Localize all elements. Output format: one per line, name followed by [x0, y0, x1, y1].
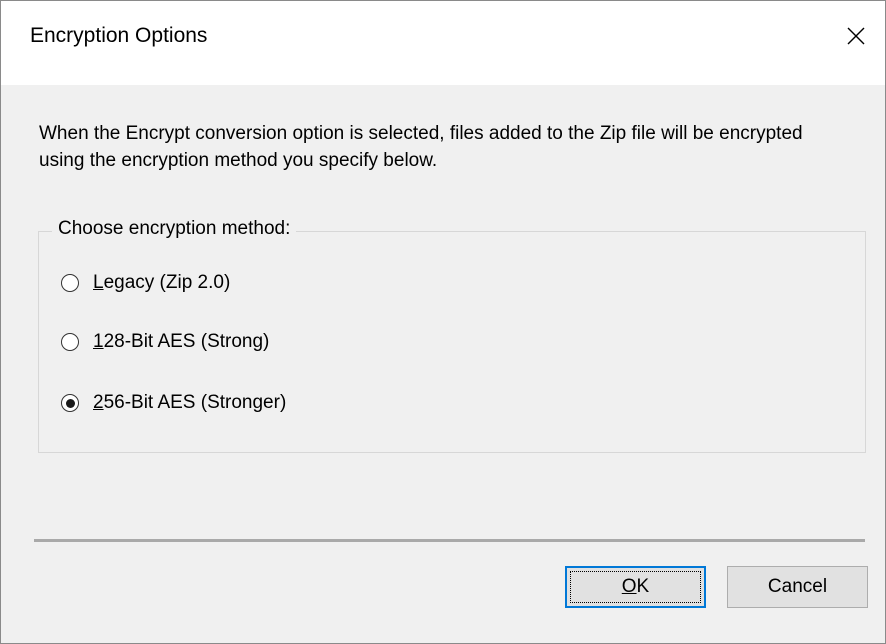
cancel-button[interactable]: Cancel — [727, 566, 868, 608]
radio-256-aes[interactable]: 256-Bit AES (Stronger) — [61, 392, 286, 414]
mnemonic-letter: L — [93, 272, 104, 293]
close-button[interactable] — [833, 13, 879, 59]
radio-label: 128-Bit AES (Strong) — [93, 331, 269, 353]
focus-ring — [570, 571, 701, 603]
description-text: When the Encrypt conversion option is se… — [39, 123, 803, 171]
radio-label: Legacy (Zip 2.0) — [93, 272, 230, 294]
radio-circle[interactable] — [61, 274, 79, 292]
ok-button[interactable]: OK — [565, 566, 706, 608]
radio-label-rest: 56-Bit AES (Stronger) — [103, 392, 287, 413]
radio-label-rest: 28-Bit AES (Strong) — [103, 331, 270, 352]
radio-label: 256-Bit AES (Stronger) — [93, 392, 286, 414]
dialog-title: Encryption Options — [30, 24, 208, 47]
radio-label-rest: egacy (Zip 2.0) — [103, 272, 231, 293]
radio-circle[interactable] — [61, 333, 79, 351]
mnemonic-letter: 2 — [93, 392, 104, 413]
close-icon — [847, 27, 865, 45]
radio-selected-dot — [65, 398, 75, 408]
radio-circle-selected[interactable] — [61, 394, 79, 412]
separator-line — [34, 539, 865, 542]
radio-128-aes[interactable]: 128-Bit AES (Strong) — [61, 331, 269, 353]
mnemonic-letter: 1 — [93, 331, 104, 352]
radio-legacy[interactable]: Legacy (Zip 2.0) — [61, 272, 230, 294]
cancel-button-label: Cancel — [767, 576, 828, 597]
groupbox-legend: Choose encryption method: — [52, 218, 297, 240]
title-bar: Encryption Options — [1, 1, 885, 85]
